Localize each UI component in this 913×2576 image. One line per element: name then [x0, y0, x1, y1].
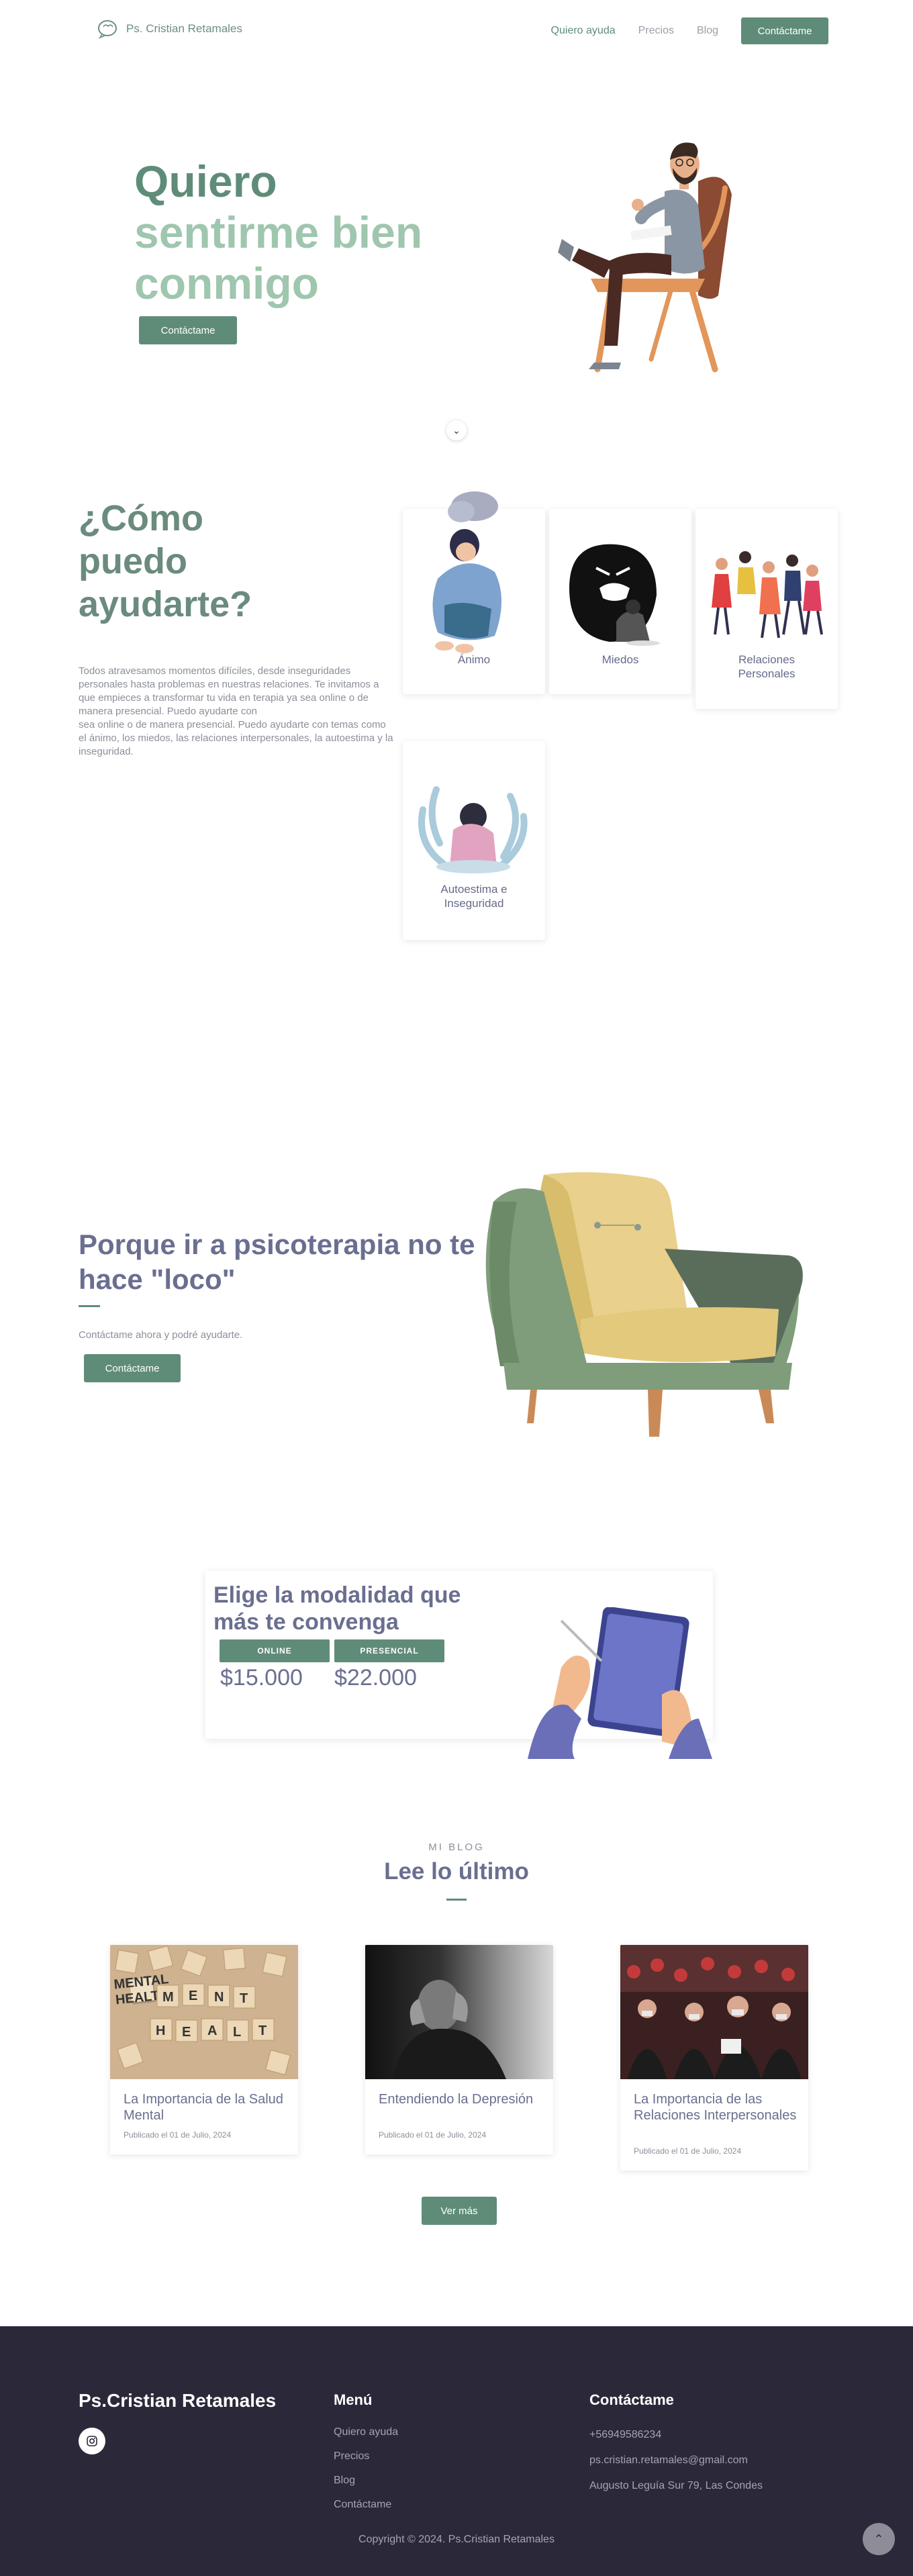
help-card-relaciones[interactable]: Relaciones Personales	[695, 509, 838, 709]
footer-brand: Ps.Cristian Retamales	[79, 2390, 277, 2411]
hero-title: Quiero sentirme bien conmigo	[134, 156, 422, 309]
blog-post-salud-mental[interactable]: MENTAL HEALTH MENT HEALT La Importancia …	[110, 1945, 298, 2154]
back-to-top-button[interactable]: ⌃	[863, 2523, 895, 2555]
hero-title-line-3: conmigo	[134, 258, 319, 308]
svg-text:T: T	[240, 1991, 248, 2006]
armchair-illustration	[485, 1172, 803, 1437]
blog-post-title[interactable]: La Importancia de las Relaciones Interpe…	[634, 2091, 798, 2124]
blog-post-date: Publicado el 01 de Julio, 2024	[379, 2130, 487, 2140]
svg-text:A: A	[207, 2023, 217, 2038]
svg-text:T: T	[258, 2023, 267, 2038]
help-section-title: ¿Cómo puedo ayudarte?	[79, 497, 252, 626]
scrabble-tiles-icon: M E N T H E A L T	[115, 1946, 291, 2075]
depressed-man-icon	[392, 1980, 506, 2079]
help-card-miedos[interactable]: Miedos	[549, 509, 691, 694]
footer-menu-title: Menú	[334, 2391, 373, 2408]
people-group-illustration	[712, 551, 823, 638]
modality-title: Elige la modalidad que más te convenga	[213, 1582, 461, 1635]
help-title-line-3: ayudarte?	[79, 584, 252, 624]
help-card-autoestima[interactable]: Autoestima e Inseguridad	[403, 741, 545, 940]
sad-person-illustration	[432, 491, 501, 653]
brand-name: Ps. Cristian Retamales	[126, 22, 242, 35]
chevron-up-icon: ⌃	[873, 2532, 884, 2546]
tablet-hands-illustration	[528, 1607, 712, 1759]
blog-post-image-crowd	[620, 1945, 808, 2079]
svg-text:N: N	[214, 1990, 224, 2005]
nav-link-quiero-ayuda[interactable]: Quiero ayuda	[551, 25, 616, 37]
help-description-part-2: sea online o de manera presencial. Puedo…	[79, 719, 393, 757]
footer-link-blog[interactable]: Blog	[334, 2475, 355, 2487]
footer-address: Augusto Leguía Sur 79, Las Condes	[589, 2480, 763, 2491]
fear-monster-illustration	[569, 544, 660, 646]
modality-presencial-button[interactable]: PRESENCIAL	[334, 1639, 444, 1662]
footer-phone[interactable]: +56949586234	[589, 2429, 661, 2441]
svg-text:L: L	[233, 2025, 241, 2040]
help-card-animo[interactable]: Ánimo	[403, 491, 545, 694]
nav-link-blog[interactable]: Blog	[697, 25, 718, 37]
blog-kicker: MI BLOG	[428, 1842, 485, 1853]
footer-copyright: Copyright © 2024. Ps.Cristian Retamales	[358, 2534, 555, 2545]
svg-text:E: E	[189, 1989, 197, 2003]
svg-text:M: M	[162, 1990, 174, 2005]
svg-text:H: H	[156, 2023, 165, 2038]
blog-title: Lee lo último	[384, 1858, 529, 1885]
blog-more-button[interactable]: Ver más	[422, 2197, 497, 2225]
modality-online-button[interactable]: ONLINE	[220, 1639, 330, 1662]
footer-email[interactable]: ps.cristian.retamales@gmail.com	[589, 2454, 748, 2467]
blog-post-image-scrabble: MENTAL HEALTH MENT HEALT	[110, 1945, 298, 2079]
presencial-price: $22.000	[334, 1665, 417, 1690]
online-price: $15.000	[220, 1665, 303, 1690]
blog-post-date: Publicado el 01 de Julio, 2024	[124, 2130, 232, 2140]
blog-post-depresion[interactable]: Entendiendo la Depresión Publicado el 01…	[365, 1945, 553, 2154]
help-card-autoestima-label: Autoestima e Inseguridad	[440, 883, 508, 910]
therapy-subtitle: Contáctame ahora y podré ayudarte.	[79, 1329, 243, 1341]
nav-contact-button[interactable]: Contáctame	[741, 17, 828, 44]
svg-text:E: E	[182, 2025, 191, 2040]
hero-contact-button[interactable]: Contáctame	[139, 316, 237, 344]
help-description: Todos atravesamos momentos difíciles, de…	[79, 665, 394, 759]
footer-contact-title: Contáctame	[589, 2391, 674, 2408]
brain-logo-icon	[98, 20, 117, 39]
blog-divider	[446, 1899, 467, 1901]
blog-post-relaciones[interactable]: La Importancia de las Relaciones Interpe…	[620, 1945, 808, 2170]
therapy-title: Porque ir a psicoterapia no te hace "loc…	[79, 1229, 475, 1295]
hero-title-line-1: Quiero	[134, 156, 277, 206]
nav-link-precios[interactable]: Precios	[638, 25, 674, 37]
blog-post-title[interactable]: La Importancia de la Salud Mental	[124, 2091, 287, 2124]
brand[interactable]: Ps. Cristian Retamales	[97, 19, 242, 39]
blog-post-date: Publicado el 01 de Julio, 2024	[634, 2146, 742, 2156]
help-card-miedos-label: Miedos	[602, 653, 639, 666]
help-description-part-1: Todos atravesamos momentos difíciles, de…	[79, 665, 379, 717]
footer-link-quiero-ayuda[interactable]: Quiero ayuda	[334, 2426, 398, 2438]
footer-link-precios[interactable]: Precios	[334, 2450, 369, 2463]
hero-title-line-2: sentirme bien	[134, 207, 423, 257]
chevron-down-icon: ⌄	[452, 424, 461, 436]
blog-post-image-depression	[365, 1945, 553, 2079]
help-card-animo-label: Ánimo	[457, 653, 491, 666]
main-nav: Quiero ayuda Precios Blog Contáctame	[551, 17, 828, 44]
therapist-illustration	[558, 142, 732, 373]
help-title-line-2: puedo	[79, 541, 187, 581]
insecure-person-illustration	[418, 786, 528, 873]
footer-link-contactame[interactable]: Contáctame	[334, 2499, 391, 2511]
help-title-line-1: ¿Cómo	[79, 498, 203, 538]
crowd-icon	[620, 1945, 808, 2079]
therapy-contact-button[interactable]: Contáctame	[84, 1354, 181, 1382]
therapy-divider	[79, 1305, 100, 1307]
instagram-icon	[87, 2436, 97, 2446]
help-card-relaciones-label: Relaciones Personales	[738, 653, 796, 680]
instagram-button[interactable]	[79, 2428, 105, 2454]
scroll-down-button[interactable]: ⌄	[446, 420, 467, 440]
blog-post-title[interactable]: Entendiendo la Depresión	[379, 2091, 542, 2107]
